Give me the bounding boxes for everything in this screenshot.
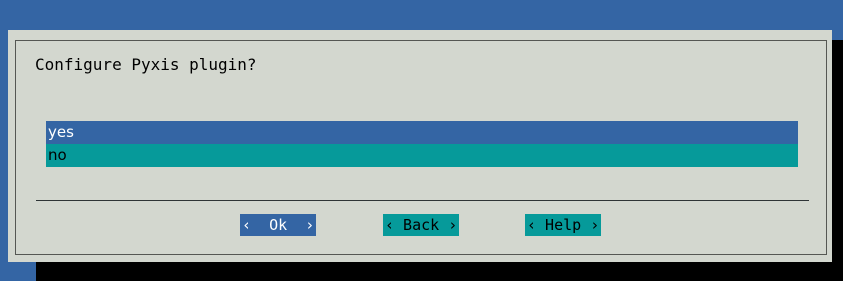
help-button[interactable]: ‹ Help › [525,214,602,236]
back-button[interactable]: ‹ Back › [383,214,460,236]
list-item-no[interactable]: no [46,144,798,167]
dialog-shadow-right [832,40,843,281]
dialog-window: Configure Pyxis plugin? yes no ‹ Ok › ‹ … [8,30,832,262]
list-item-yes[interactable]: yes [46,121,798,144]
ok-button[interactable]: ‹ Ok › [240,214,317,236]
options-list: yes no [46,121,798,167]
dialog-prompt: Configure Pyxis plugin? [35,55,257,74]
button-separator [36,200,809,201]
dialog-shadow-bottom [36,262,843,281]
